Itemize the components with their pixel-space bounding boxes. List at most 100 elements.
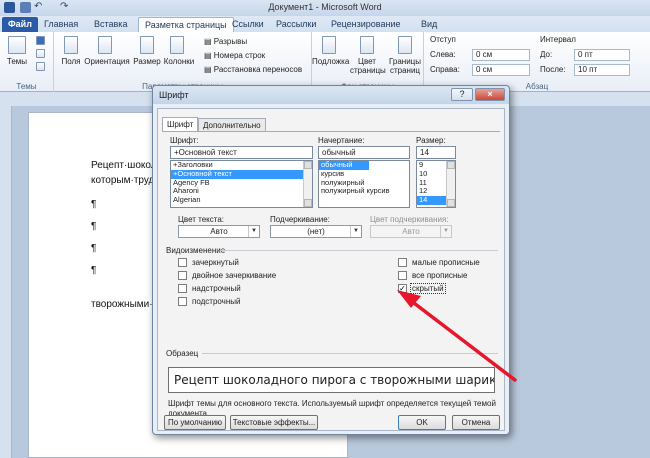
doc-line: которым·труд xyxy=(91,175,155,186)
title-bar: ↶ ↷ Документ1 - Microsoft Word xyxy=(0,0,650,16)
themes-button[interactable]: Темы xyxy=(2,57,32,66)
line-numbers-button[interactable]: ▤ Номера строк xyxy=(204,51,265,60)
help-button[interactable]: ? xyxy=(451,88,473,101)
underline-label: Подчеркивание: xyxy=(270,215,330,224)
themes-icon[interactable] xyxy=(8,36,26,54)
size-list-item-selected[interactable]: 14 xyxy=(417,195,446,205)
vertical-ruler[interactable] xyxy=(0,106,12,458)
font-input[interactable]: +Основной текст xyxy=(170,146,313,159)
ok-button[interactable]: OK xyxy=(398,415,446,430)
orientation-icon[interactable] xyxy=(98,36,112,54)
line-numbers-icon: ▤ xyxy=(204,51,214,60)
style-input[interactable]: обычный xyxy=(318,146,410,159)
style-list[interactable]: обычный курсив полужирный полужирный кур… xyxy=(318,160,410,208)
indent-left-input[interactable]: 0 см xyxy=(472,49,530,61)
underline-value: (нет) xyxy=(307,227,325,236)
scroll-up-icon[interactable] xyxy=(447,161,455,169)
orientation-button[interactable]: Ориентация xyxy=(84,57,130,66)
group-label-themes: Темы xyxy=(16,82,37,91)
doc-paragraph-mark: ¶ xyxy=(91,221,97,232)
text-color-label: Цвет текста: xyxy=(178,215,225,224)
close-button[interactable]: × xyxy=(475,88,505,101)
tab-home[interactable]: Главная xyxy=(38,17,84,32)
watermark-icon[interactable] xyxy=(322,36,336,54)
style-list-item[interactable]: полужирный курсив xyxy=(319,187,409,196)
dialog-title-bar: Шрифт ? × xyxy=(153,86,509,104)
margins-icon[interactable] xyxy=(64,36,78,54)
spacing-before-input[interactable]: 0 пт xyxy=(574,49,630,61)
breaks-button[interactable]: ▤ Разрывы xyxy=(204,37,247,46)
group-page-setup: Поля Ориентация Размер Колонки ▤ Разрывы… xyxy=(54,32,312,92)
scroll-down-icon[interactable] xyxy=(304,199,312,207)
scroll-up-icon[interactable] xyxy=(304,161,312,169)
font-dialog: Шрифт ? × Шрифт Дополнительно Шрифт: +Ос… xyxy=(152,85,510,435)
effects-separator xyxy=(220,250,498,251)
doc-paragraph-mark: ¶ xyxy=(91,199,97,210)
underline-color-dropdown[interactable]: Авто ▼ xyxy=(370,225,452,238)
font-list-item[interactable]: Algerian xyxy=(171,195,312,205)
tab-view[interactable]: Вид xyxy=(415,17,443,32)
sample-preview: Рецепт шоколадного пирога с творожными ш… xyxy=(168,367,495,393)
tab-advanced[interactable]: Дополнительно xyxy=(198,118,266,132)
checkbox-box[interactable] xyxy=(398,258,407,267)
tab-page-layout[interactable]: Разметка страницы xyxy=(138,17,234,32)
size-input[interactable]: 14 xyxy=(416,146,456,159)
size-list[interactable]: 9 10 11 12 14 xyxy=(416,160,456,208)
checkbox-box-checked[interactable]: ✓ xyxy=(398,284,407,293)
dialog-body: Шрифт Дополнительно Шрифт: +Основной тек… xyxy=(157,108,505,431)
font-label: Шрифт: xyxy=(170,136,199,145)
tab-insert[interactable]: Вставка xyxy=(88,17,133,32)
size-label: Размер: xyxy=(416,136,446,145)
tab-review[interactable]: Рецензирование xyxy=(325,17,407,32)
spacing-after-label: После: xyxy=(540,65,566,74)
tab-divider xyxy=(162,131,500,132)
scroll-down-icon[interactable] xyxy=(447,199,455,207)
checkbox-box[interactable] xyxy=(178,258,187,267)
checkbox-label: зачеркнутый xyxy=(192,258,239,267)
indent-right-input[interactable]: 0 см xyxy=(472,64,530,76)
theme-colors-icon[interactable] xyxy=(36,36,45,45)
tab-file[interactable]: Файл xyxy=(2,17,38,32)
size-list-scrollbar[interactable] xyxy=(446,161,455,207)
font-list-scrollbar[interactable] xyxy=(303,161,312,207)
theme-fonts-icon[interactable] xyxy=(36,49,45,58)
size-icon[interactable] xyxy=(140,36,154,54)
breaks-icon: ▤ xyxy=(204,37,214,46)
underline-color-value: Авто xyxy=(402,227,420,236)
columns-icon[interactable] xyxy=(170,36,184,54)
checkbox-box[interactable] xyxy=(178,271,187,280)
margins-button[interactable]: Поля xyxy=(56,57,86,66)
tab-references[interactable]: Ссылки xyxy=(226,17,270,32)
theme-effects-icon[interactable] xyxy=(36,62,45,71)
checkbox-box[interactable] xyxy=(178,297,187,306)
set-default-button[interactable]: По умолчанию xyxy=(164,415,226,430)
tab-font[interactable]: Шрифт xyxy=(162,117,199,132)
text-color-dropdown[interactable]: Авто ▼ xyxy=(178,225,260,238)
group-page-background: Подложка Цвет страницы Границы страниц Ф… xyxy=(312,32,424,92)
indent-right-label: Справа: xyxy=(430,65,460,74)
page-color-icon[interactable] xyxy=(360,36,374,54)
size-button[interactable]: Размер xyxy=(132,57,162,66)
hyphenation-button[interactable]: ▤ Расстановка переносов xyxy=(204,65,302,74)
checkbox-box[interactable] xyxy=(178,284,187,293)
checkbox-label: подстрочный xyxy=(192,297,241,306)
interval-title: Интервал xyxy=(540,35,576,44)
underline-dropdown[interactable]: (нет) ▼ xyxy=(270,225,362,238)
cancel-button[interactable]: Отмена xyxy=(452,415,500,430)
page-color-button[interactable]: Цвет страницы xyxy=(350,57,386,75)
dialog-title: Шрифт xyxy=(159,90,189,100)
page-borders-button[interactable]: Границы страниц xyxy=(386,57,424,75)
checkbox-label: скрытый xyxy=(410,283,446,294)
columns-button[interactable]: Колонки xyxy=(162,57,196,66)
tab-mailings[interactable]: Рассылки xyxy=(270,17,322,32)
text-effects-button[interactable]: Текстовые эффекты... xyxy=(230,415,318,430)
font-list[interactable]: +Заголовки +Основной текст Agency FB Aha… xyxy=(170,160,313,208)
checkbox-label: надстрочный xyxy=(192,284,241,293)
hyphenation-icon: ▤ xyxy=(204,65,214,74)
watermark-button[interactable]: Подложка xyxy=(312,57,349,66)
spacing-after-input[interactable]: 10 пт xyxy=(574,64,630,76)
checkbox-label: малые прописные xyxy=(412,258,480,267)
checkbox-box[interactable] xyxy=(398,271,407,280)
page-borders-icon[interactable] xyxy=(398,36,412,54)
doc-paragraph-mark: ¶ xyxy=(91,243,97,254)
